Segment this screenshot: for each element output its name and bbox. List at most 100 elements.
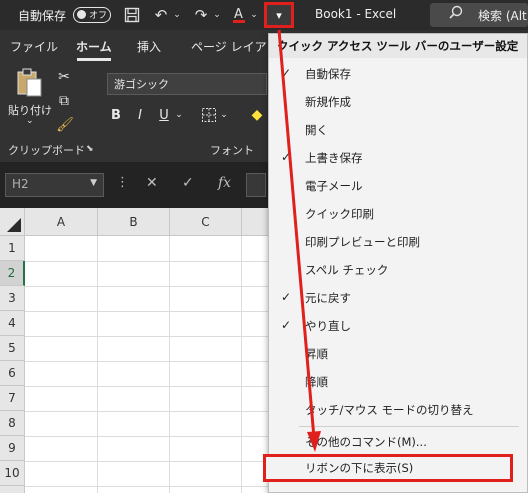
- grid-line: [25, 386, 272, 387]
- menu-item-autosave[interactable]: ✓ 自動保存: [269, 60, 527, 88]
- row-header-8[interactable]: 8: [0, 411, 25, 436]
- row-header-5[interactable]: 5: [0, 336, 25, 361]
- customize-chevron-icon: ▾: [276, 8, 282, 22]
- checkmark-icon: ✓: [280, 150, 292, 164]
- grid-line: [25, 436, 272, 437]
- menu-header: クイック アクセス ツール バーのユーザー設定: [269, 34, 527, 58]
- checkmark-icon: ✓: [280, 290, 292, 304]
- undo-icon[interactable]: ↶: [150, 5, 172, 25]
- grid-line: [97, 236, 98, 493]
- autosave-toggle[interactable]: オフ: [73, 7, 111, 23]
- redo-dropdown-icon[interactable]: ⌄: [212, 5, 222, 25]
- fill-color-icon[interactable]: ◆: [248, 106, 266, 124]
- menu-item-email[interactable]: 電子メール: [269, 172, 527, 200]
- checkmark-icon: ✓: [280, 318, 292, 332]
- tab-page-layout[interactable]: ページ レイアウ: [191, 38, 279, 55]
- autosave-toggle-state: オフ: [89, 11, 108, 21]
- menu-item-show-below-ribbon[interactable]: リボンの下に表示(S): [263, 454, 513, 482]
- name-box-dropdown-icon[interactable]: ▼: [90, 178, 97, 188]
- row-header-3[interactable]: 3: [0, 286, 25, 311]
- menu-item-label: 開く: [305, 123, 328, 137]
- underline-button[interactable]: U: [156, 106, 172, 124]
- menu-item-open[interactable]: 開く: [269, 116, 527, 144]
- search-box[interactable]: 検索 (Alt: [430, 3, 528, 27]
- paste-dropdown-icon[interactable]: ⌄: [26, 116, 34, 126]
- menu-item-label: スペル チェック: [305, 263, 389, 277]
- autosave-label: 自動保存: [18, 9, 67, 23]
- toggle-knob: [77, 10, 86, 19]
- formula-input[interactable]: [246, 173, 266, 197]
- menu-item-more-commands[interactable]: その他のコマンド(M)...: [269, 428, 527, 456]
- menu-item-save[interactable]: ✓ 上書き保存: [269, 144, 527, 172]
- menu-item-label: リボンの下に表示(S): [305, 461, 414, 475]
- select-all-triangle-icon: [7, 218, 21, 232]
- title-bar: 自動保存 オフ ↶ ⌄ ↷ ⌄ A ⌄ ▾ Book1 - Excel 検索 (…: [0, 0, 528, 30]
- paste-icon[interactable]: [14, 68, 44, 98]
- menu-item-new[interactable]: 新規作成: [269, 88, 527, 116]
- search-label: 検索 (Alt: [478, 9, 527, 23]
- menu-item-quick-print[interactable]: クイック印刷: [269, 200, 527, 228]
- menu-item-label: 印刷プレビューと印刷: [305, 235, 420, 249]
- row-header-11[interactable]: [0, 486, 25, 493]
- menu-item-redo[interactable]: ✓ やり直し: [269, 312, 527, 340]
- search-icon: [448, 5, 464, 25]
- clipboard-group-label: クリップボード: [8, 144, 85, 157]
- menu-item-label: 元に戻す: [305, 291, 351, 305]
- menu-item-label: クイック印刷: [305, 207, 374, 221]
- customize-qat-button[interactable]: ▾: [264, 2, 294, 28]
- select-all-corner[interactable]: [0, 208, 25, 236]
- column-header-a[interactable]: A: [25, 208, 98, 236]
- menu-item-undo[interactable]: ✓ 元に戻す: [269, 284, 527, 312]
- menu-separator: [299, 426, 519, 427]
- save-icon[interactable]: [122, 5, 142, 25]
- menu-item-spell-check[interactable]: スペル チェック: [269, 256, 527, 284]
- row-header-1[interactable]: 1: [0, 236, 25, 261]
- grid-line: [25, 286, 272, 287]
- undo-dropdown-icon[interactable]: ⌄: [172, 5, 182, 25]
- borders-icon[interactable]: [200, 106, 218, 124]
- menu-item-sort-ascending[interactable]: 昇順: [269, 340, 527, 368]
- row-header-7[interactable]: 7: [0, 386, 25, 411]
- font-color-dropdown-icon[interactable]: ⌄: [249, 5, 259, 25]
- cut-icon[interactable]: ✂: [55, 68, 73, 86]
- svg-text:A: A: [234, 7, 243, 22]
- font-color-icon[interactable]: A: [230, 5, 248, 25]
- row-header-4[interactable]: 4: [0, 311, 25, 336]
- cancel-entry-icon[interactable]: ✕: [146, 175, 158, 191]
- format-painter-icon[interactable]: 🖌: [56, 116, 74, 134]
- row-header-6[interactable]: 6: [0, 361, 25, 386]
- active-tab-indicator: [77, 58, 111, 61]
- more-options-icon[interactable]: ⋮: [116, 175, 129, 190]
- insert-function-icon[interactable]: fx: [218, 175, 231, 191]
- underline-dropdown-icon[interactable]: ⌄: [174, 106, 184, 124]
- clipboard-launcher-icon[interactable]: ⬊: [86, 144, 94, 154]
- row-header-10[interactable]: 10: [0, 461, 25, 486]
- tab-home[interactable]: ホーム: [76, 38, 112, 55]
- copy-icon[interactable]: ⧉: [55, 92, 73, 110]
- bold-button[interactable]: B: [108, 106, 124, 124]
- italic-button[interactable]: I: [132, 106, 148, 124]
- workbook-title: Book1 - Excel: [315, 7, 397, 21]
- menu-item-label: やり直し: [305, 319, 351, 333]
- menu-item-sort-descending[interactable]: 降順: [269, 368, 527, 396]
- menu-item-label: 上書き保存: [305, 151, 363, 165]
- grid-line: [241, 236, 242, 493]
- menu-item-print-preview[interactable]: 印刷プレビューと印刷: [269, 228, 527, 256]
- grid-line: [25, 336, 272, 337]
- row-header-9[interactable]: 9: [0, 436, 25, 461]
- tab-insert[interactable]: 挿入: [137, 38, 161, 55]
- borders-dropdown-icon[interactable]: ⌄: [219, 106, 229, 124]
- name-box[interactable]: H2 ▼: [5, 173, 104, 197]
- name-box-value: H2: [12, 177, 29, 191]
- tab-file[interactable]: ファイル: [10, 38, 58, 55]
- column-header-b[interactable]: B: [98, 208, 170, 236]
- menu-item-touch-mouse-mode[interactable]: タッチ/マウス モードの切り替え: [269, 396, 527, 424]
- menu-item-label: 電子メール: [305, 179, 363, 193]
- redo-icon[interactable]: ↷: [190, 5, 212, 25]
- row-header-2[interactable]: 2: [0, 261, 25, 286]
- confirm-entry-icon[interactable]: ✓: [182, 175, 194, 191]
- font-name-combo[interactable]: 游ゴシック: [107, 73, 267, 95]
- column-header-c[interactable]: C: [170, 208, 242, 236]
- grid-line: [25, 261, 272, 262]
- menu-item-label: 昇順: [305, 347, 328, 361]
